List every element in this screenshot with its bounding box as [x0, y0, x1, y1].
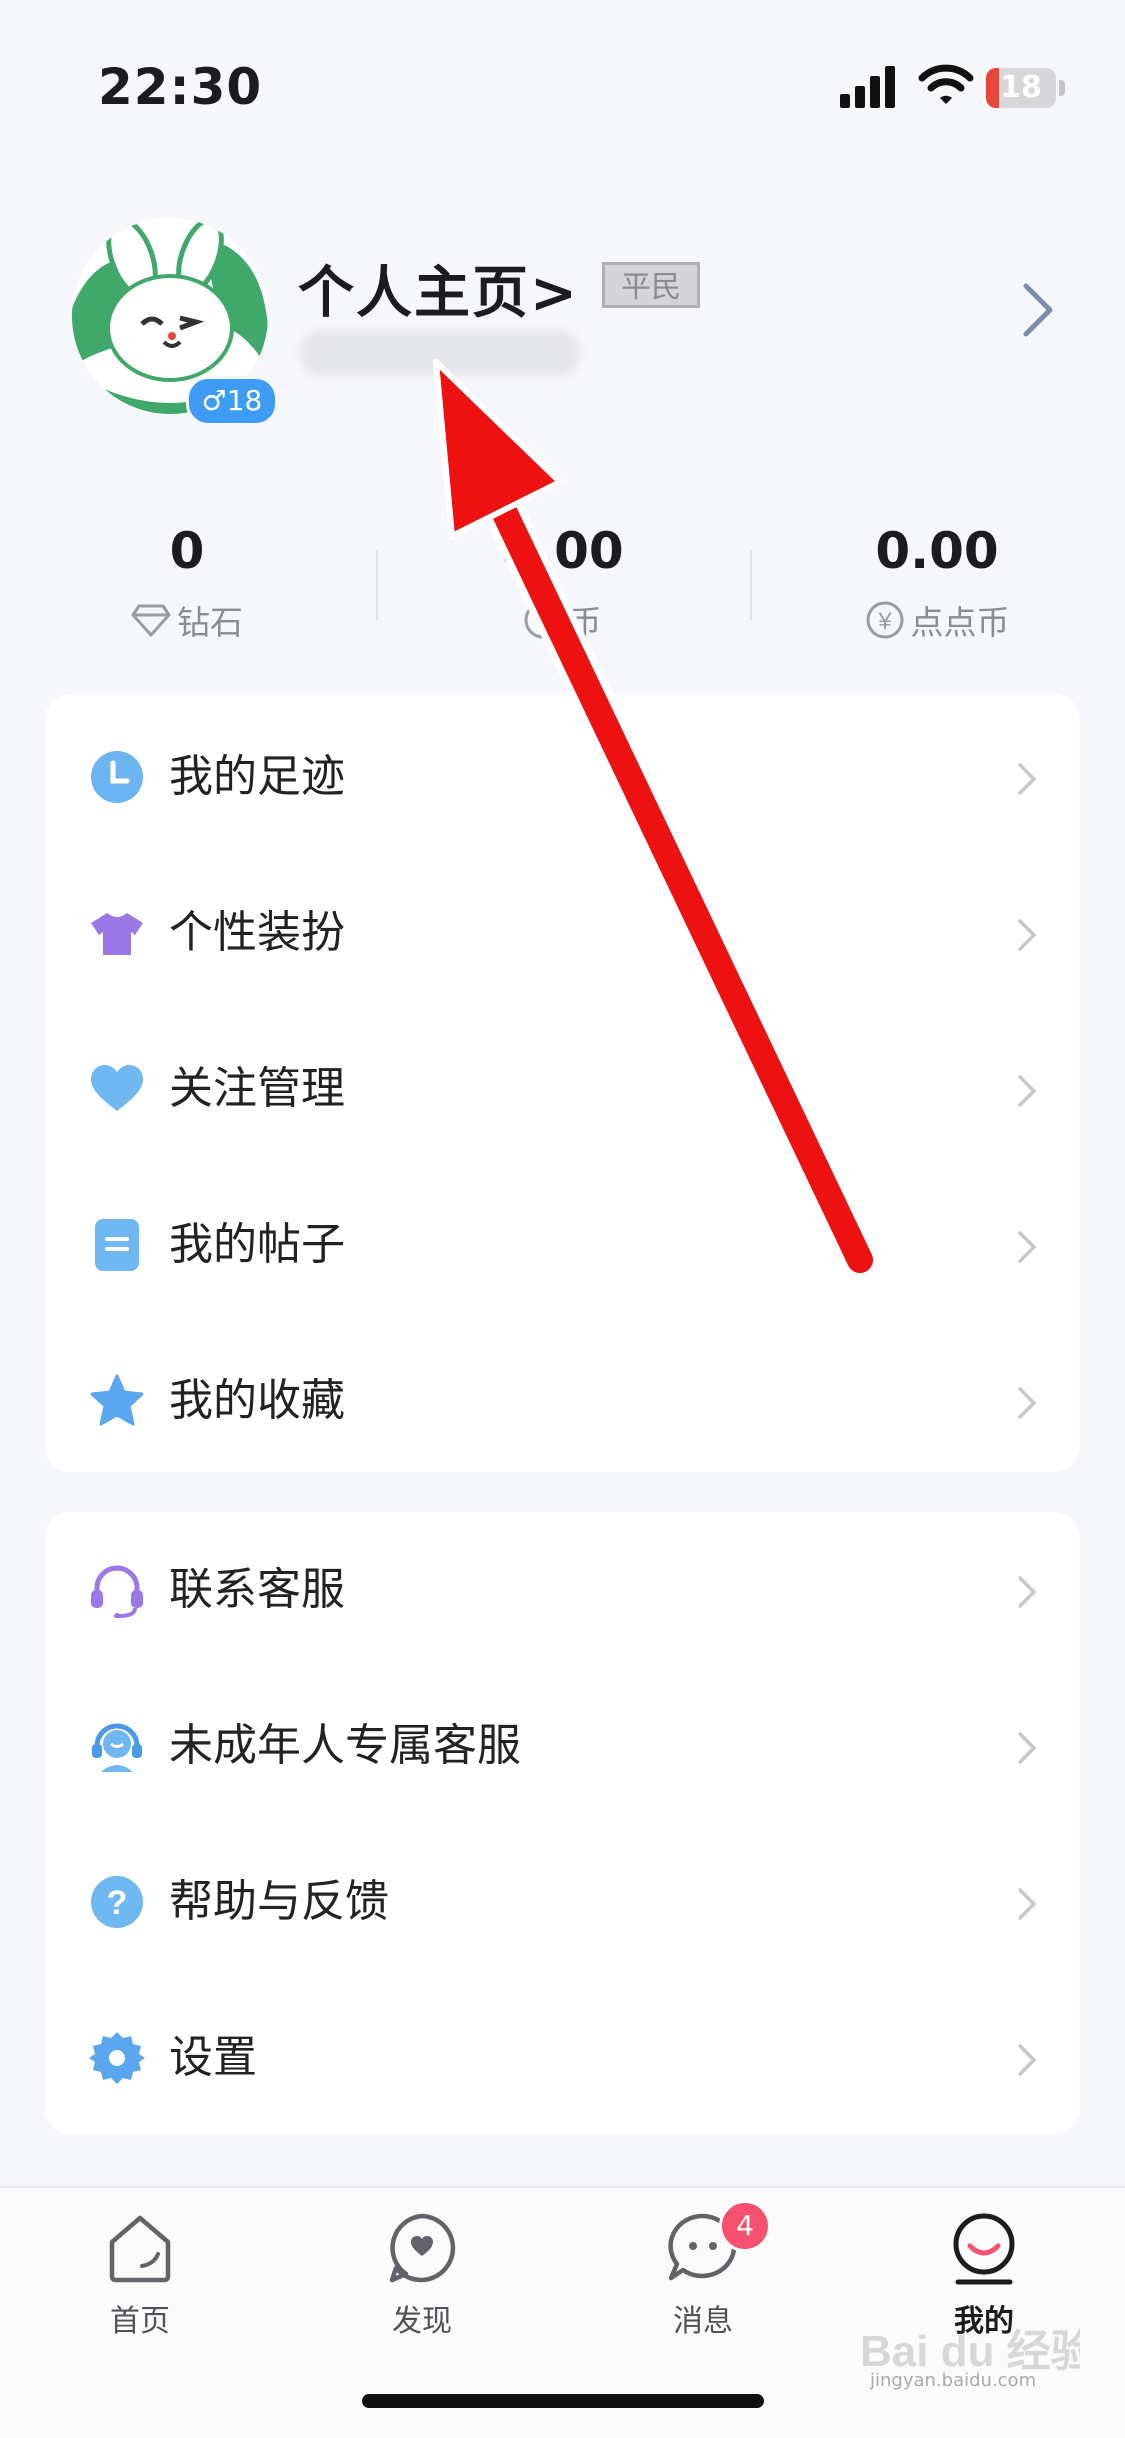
chevron-right-icon	[1018, 919, 1037, 951]
profile-header[interactable]: ♂18 个人主页> 平民	[0, 200, 1125, 450]
menu-label: 个性装扮	[169, 907, 345, 958]
menu-item-contact-service[interactable]: 联系客服	[45, 1512, 1080, 1668]
profile-home-link[interactable]: 个人主页>	[298, 248, 579, 329]
menu-label: 联系客服	[169, 1564, 345, 1615]
unread-badge: 4	[719, 2200, 771, 2252]
home-indicator	[362, 2394, 764, 2408]
menu-item-footprints[interactable]: 我的足迹	[45, 699, 1080, 855]
menu-item-help-feedback[interactable]: ? 帮助与反馈	[45, 1824, 1080, 1980]
signal-icon	[840, 66, 895, 108]
chevron-right-icon	[1018, 2044, 1037, 2076]
menu-label: 我的收藏	[169, 1375, 345, 1426]
menu-item-follow-management[interactable]: 关注管理	[45, 1011, 1080, 1167]
stat-value: 0.00	[500, 522, 624, 580]
support-agent-icon	[92, 1723, 142, 1772]
wifi-icon	[918, 64, 974, 104]
chevron-right-icon	[1018, 1732, 1037, 1764]
svg-text:¥: ¥	[877, 608, 892, 635]
menu-label: 帮助与反馈	[169, 1876, 389, 1927]
svg-text:?: ?	[107, 1884, 128, 1922]
user-id-blurred	[300, 330, 580, 376]
gear-icon	[89, 2032, 145, 2084]
battery-icon: 18	[986, 68, 1066, 108]
svg-text:Bai du 经验: Bai du 经验	[860, 2327, 1080, 2376]
level-badge: 平民	[602, 262, 700, 308]
tab-discover[interactable]: 发现	[322, 2210, 522, 2350]
tshirt-icon	[91, 913, 143, 955]
menu-label: 关注管理	[169, 1063, 345, 1114]
stat-label: 钻石	[177, 603, 243, 642]
menu-label: 我的足迹	[169, 751, 345, 802]
tab-label: 发现	[392, 2304, 452, 2339]
watermark-url: jingyan.baidu.com	[870, 2370, 1037, 2391]
chevron-right-icon	[1018, 1231, 1037, 1263]
stat-diamond[interactable]: 0 钻石	[62, 520, 312, 650]
menu-label: 未成年人专属客服	[169, 1720, 521, 1771]
wallet-stats: 0 钻石 0.00 $ 币 0.00 ¥ 点点币	[0, 520, 1125, 650]
gender-age-badge: ♂18	[186, 376, 278, 426]
diamond-icon	[131, 604, 171, 637]
menu-item-settings[interactable]: 设置	[45, 1980, 1080, 2136]
menu-card-primary: 我的足迹 个性装扮 关注管理 我的帖子 我的收藏	[45, 694, 1080, 1472]
dollar-icon: $	[524, 601, 561, 639]
menu-card-support: 联系客服 未成年人专属客服 ? 帮助与反馈 设置	[45, 1512, 1080, 2134]
battery-percentage: 18	[1000, 70, 1042, 105]
stat-coin[interactable]: 0.00 $ 币	[437, 520, 687, 650]
chevron-right-icon	[1018, 1576, 1037, 1608]
clock-icon	[91, 751, 143, 803]
menu-label: 设置	[169, 2032, 257, 2083]
home-icon	[109, 2215, 171, 2283]
menu-item-minor-service[interactable]: 未成年人专属客服	[45, 1668, 1080, 1824]
tab-label: 首页	[110, 2304, 170, 2339]
tab-messages[interactable]: 消息 4	[603, 2200, 803, 2350]
help-icon: ?	[91, 1876, 143, 1928]
tab-home[interactable]: 首页	[40, 2210, 240, 2350]
chevron-right-icon	[1018, 1888, 1037, 1920]
menu-label: 我的帖子	[169, 1219, 345, 1270]
headset-icon	[91, 1565, 143, 1618]
chevron-right-icon	[1018, 1075, 1037, 1107]
document-icon	[95, 1219, 139, 1271]
chevron-right-icon[interactable]	[1020, 280, 1056, 340]
stat-value: 0	[169, 522, 205, 580]
stat-diandian-coin[interactable]: 0.00 ¥ 点点币	[812, 520, 1062, 650]
status-time: 22:30	[98, 58, 263, 116]
stat-value: 0.00	[875, 522, 999, 580]
menu-item-favorites[interactable]: 我的收藏	[45, 1323, 1080, 1479]
profile-icon	[953, 2213, 1015, 2285]
chevron-right-icon	[1018, 1387, 1037, 1419]
menu-item-my-posts[interactable]: 我的帖子	[45, 1167, 1080, 1323]
menu-item-dressup[interactable]: 个性装扮	[45, 855, 1080, 1011]
chevron-right-icon	[1018, 763, 1037, 795]
status-bar: 22:30 18	[0, 0, 1125, 140]
discover-icon	[389, 2213, 456, 2283]
heart-icon	[91, 1065, 143, 1111]
tab-label: 消息	[673, 2304, 733, 2339]
star-icon	[90, 1374, 144, 1426]
yen-icon: ¥	[866, 601, 903, 639]
stat-label: 币	[568, 603, 602, 642]
stat-label: 点点币	[910, 603, 1010, 642]
svg-text:$: $	[536, 608, 549, 635]
